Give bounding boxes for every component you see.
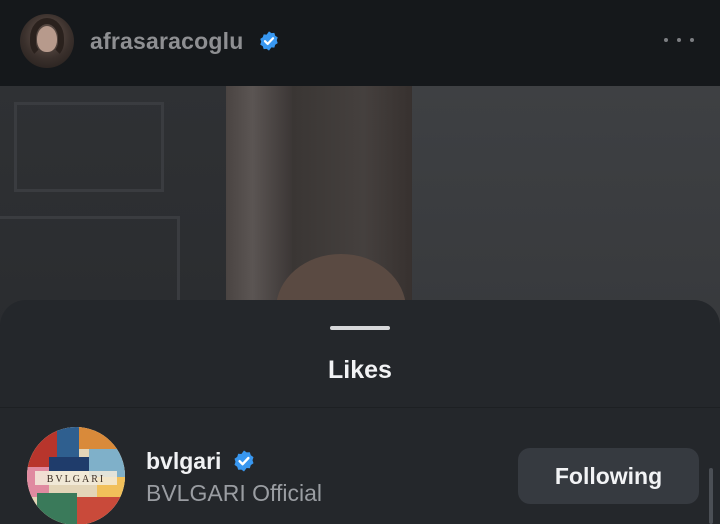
sheet-title: Likes — [328, 356, 392, 384]
more-options-icon[interactable] — [664, 30, 694, 50]
liker-username[interactable]: bvlgari — [146, 448, 221, 475]
following-button[interactable]: Following — [518, 448, 699, 504]
svg-text:BVLGARI: BVLGARI — [47, 474, 105, 485]
scrollbar[interactable] — [709, 468, 713, 524]
like-list-item[interactable]: BVLGARI bvlgari BVLGARI Official Followi… — [0, 418, 720, 524]
liker-full-name: BVLGARI Official — [146, 480, 322, 506]
sheet-divider — [0, 407, 720, 408]
post-author-avatar[interactable] — [20, 14, 74, 68]
instagram-post-screen: afrasaracoglu Likes BVLGARI bvlgari BVLG… — [0, 0, 720, 524]
post-header: afrasaracoglu — [0, 0, 720, 86]
verified-badge-icon — [260, 31, 278, 51]
verified-badge-icon — [234, 450, 254, 472]
post-author-username[interactable]: afrasaracoglu — [90, 28, 243, 55]
liker-avatar[interactable]: BVLGARI — [27, 427, 125, 524]
sheet-drag-handle[interactable] — [330, 326, 390, 330]
likes-bottom-sheet: Likes BVLGARI bvlgari BVLGARI Official F… — [0, 300, 720, 524]
